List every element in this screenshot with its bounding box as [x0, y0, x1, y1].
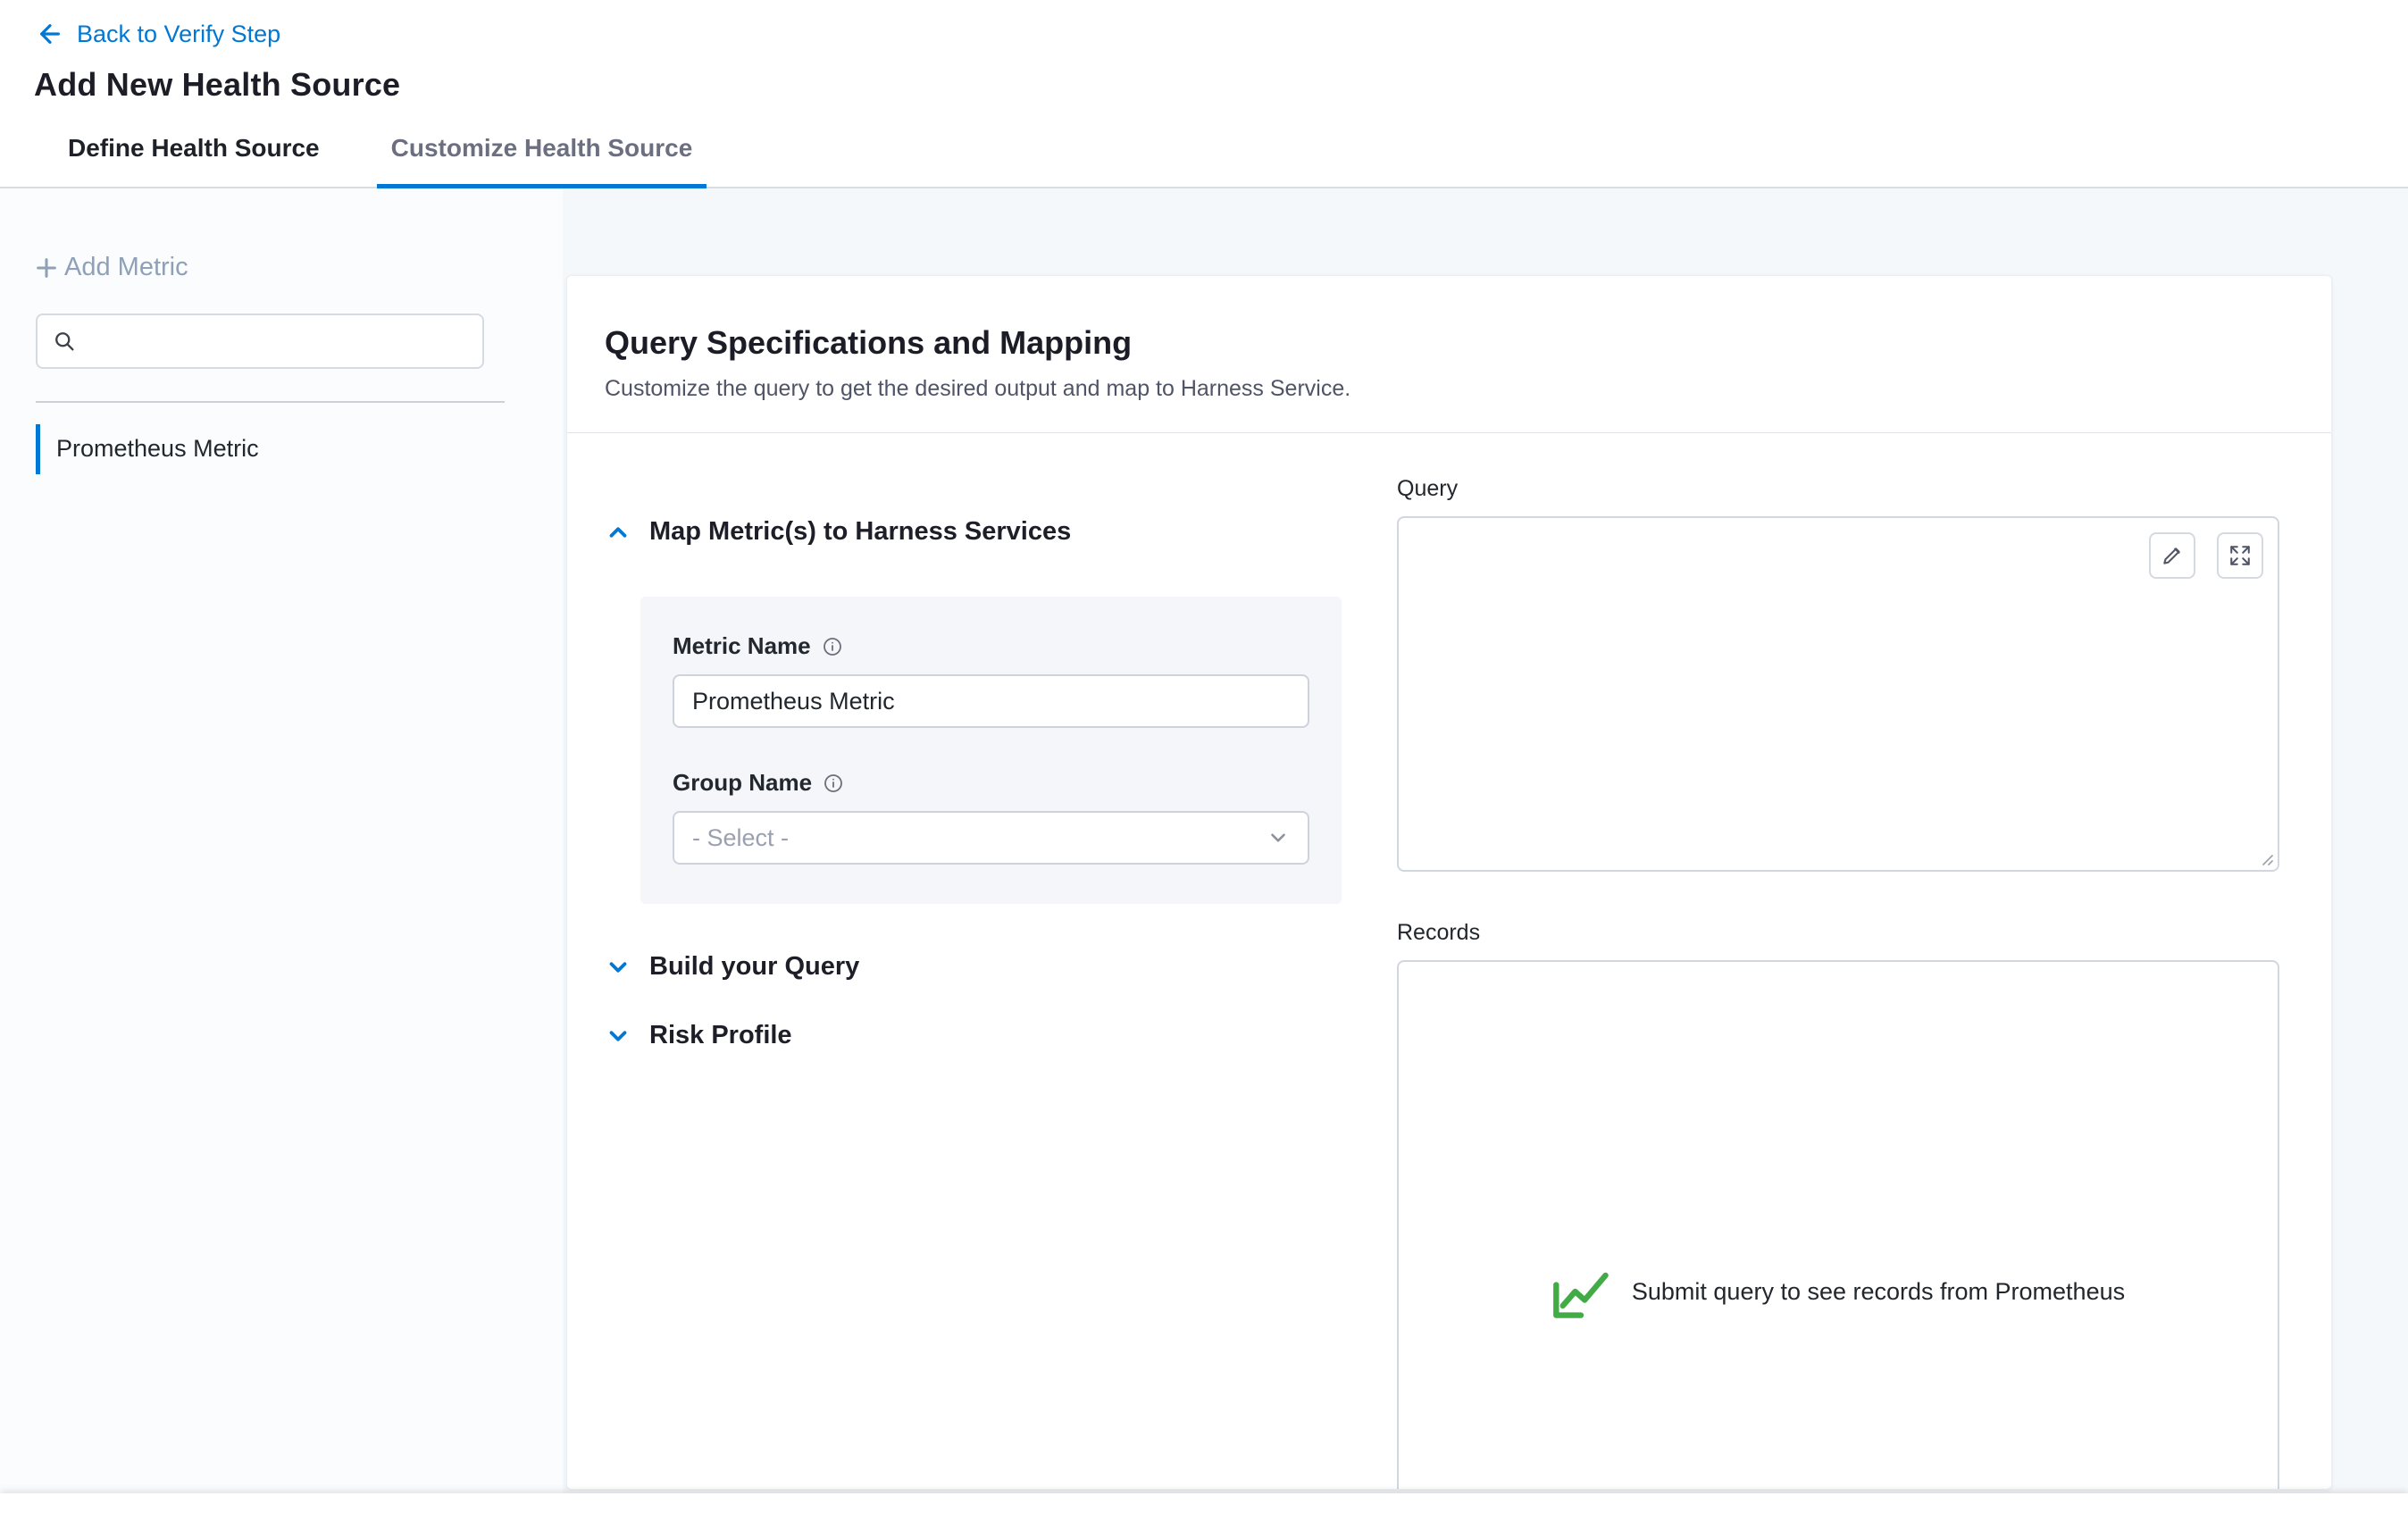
chevron-down-icon: [605, 954, 631, 981]
records-empty-text: Submit query to see records from Prometh…: [1632, 1278, 2125, 1306]
section-title-build-your-query: Build your Query: [649, 952, 859, 982]
info-icon[interactable]: [822, 636, 843, 657]
metrics-sidebar: Add Metric Prometheus Metric: [0, 188, 563, 1509]
group-name-select-value: - Select -: [692, 824, 789, 852]
tab-define-health-source[interactable]: Define Health Source: [54, 134, 334, 188]
section-map-metrics[interactable]: Map Metric(s) to Harness Services: [605, 517, 1397, 547]
chevron-up-icon: [605, 519, 631, 546]
expand-query-button[interactable]: [2217, 532, 2263, 579]
metric-search-box: [36, 313, 484, 369]
query-editor[interactable]: [1397, 516, 2279, 872]
resize-handle[interactable]: [2255, 848, 2275, 867]
group-name-select[interactable]: - Select -: [673, 811, 1309, 865]
add-metric-button[interactable]: Add Metric: [34, 253, 188, 282]
card-header: Query Specifications and Mapping Customi…: [567, 276, 2331, 402]
back-arrow-icon: [36, 20, 64, 48]
section-risk-profile[interactable]: Risk Profile: [605, 1021, 1397, 1050]
sidebar-divider: [36, 401, 505, 403]
page-header: Back to Verify Step Add New Health Sourc…: [0, 0, 2408, 188]
metric-name-label-row: Metric Name: [673, 632, 1309, 660]
query-label: Query: [1397, 476, 2279, 502]
query-actions: [2149, 532, 2263, 579]
add-health-source-screen: Back to Verify Step Add New Health Sourc…: [0, 0, 2408, 1513]
section-build-your-query[interactable]: Build your Query: [605, 952, 1397, 982]
add-metric-label: Add Metric: [64, 253, 188, 282]
records-label: Records: [1397, 920, 2279, 946]
expand-icon: [2228, 544, 2252, 567]
line-chart-icon: [1551, 1264, 1612, 1319]
section-title-map-metrics: Map Metric(s) to Harness Services: [649, 517, 1071, 547]
query-column: Query: [1397, 476, 2279, 1490]
tab-bar: Define Health Source Customize Health So…: [0, 134, 2408, 188]
page-title: Add New Health Source: [34, 66, 2408, 104]
query-specifications-card: Query Specifications and Mapping Customi…: [566, 275, 2332, 1490]
records-panel: Submit query to see records from Prometh…: [1397, 960, 2279, 1490]
back-link-label: Back to Verify Step: [77, 21, 280, 48]
card-title: Query Specifications and Mapping: [605, 324, 2281, 362]
edit-query-button[interactable]: [2149, 532, 2195, 579]
footer-bar: [0, 1493, 2408, 1513]
metric-list-item-prometheus[interactable]: Prometheus Metric: [36, 424, 563, 474]
metric-name-input[interactable]: [673, 674, 1309, 728]
group-name-label-row: Group Name: [673, 769, 1309, 797]
plus-icon: [34, 255, 59, 280]
back-to-verify-step-link[interactable]: Back to Verify Step: [0, 0, 2408, 48]
chevron-down-icon: [1267, 826, 1290, 849]
records-empty-state: Submit query to see records from Prometh…: [1551, 1264, 2125, 1319]
group-name-label: Group Name: [673, 769, 812, 797]
chevron-down-icon: [605, 1023, 631, 1049]
info-icon[interactable]: [823, 773, 844, 794]
metric-name-label: Metric Name: [673, 632, 811, 660]
card-subtitle: Customize the query to get the desired o…: [605, 376, 2281, 402]
card-body: Map Metric(s) to Harness Services Metric…: [567, 433, 2331, 1490]
search-input[interactable]: [86, 319, 468, 364]
section-title-risk-profile: Risk Profile: [649, 1021, 792, 1050]
search-icon: [52, 329, 77, 354]
metric-mapping-panel: Metric Name Group Name: [640, 597, 1342, 904]
tab-customize-health-source[interactable]: Customize Health Source: [377, 134, 707, 188]
mapping-column: Map Metric(s) to Harness Services Metric…: [605, 476, 1397, 1490]
pencil-icon: [2161, 544, 2184, 567]
content-area: Add Metric Prometheus Metric Query Speci…: [0, 188, 2408, 1509]
